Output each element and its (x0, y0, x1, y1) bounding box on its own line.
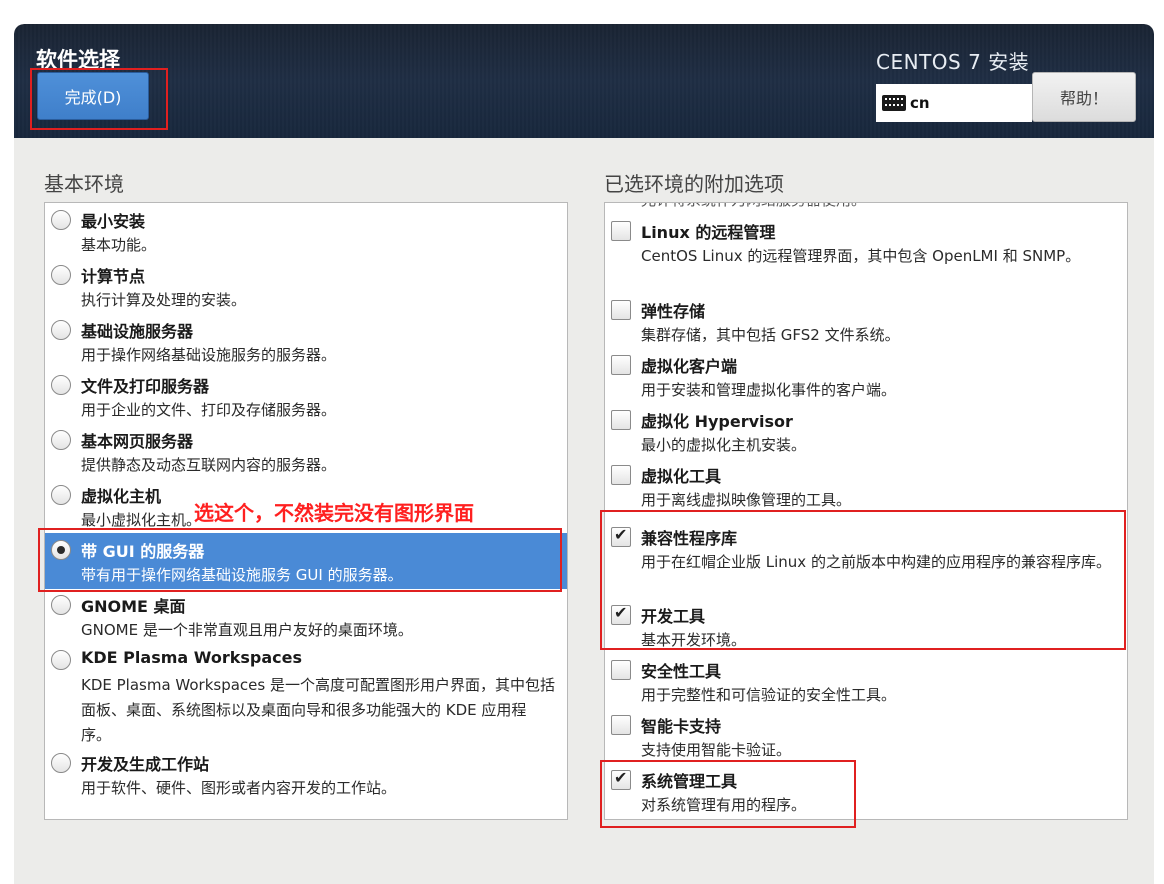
radio-button[interactable] (51, 753, 71, 773)
env-name: 虚拟化主机 (81, 487, 162, 506)
install-title: CENTOS 7 安装 (876, 50, 1030, 74)
env-desc: 执行计算及处理的安装。 (81, 291, 247, 309)
addon-virtualization-tools[interactable]: 虚拟化工具 用于离线虚拟映像管理的工具。 (605, 463, 1127, 513)
radio-button[interactable] (51, 650, 71, 670)
addon-desc: 用于安装和管理虚拟化事件的客户端。 (641, 381, 897, 399)
addon-virtualization-hypervisor[interactable]: 虚拟化 Hypervisor 最小的虚拟化主机安装。 (605, 408, 1127, 458)
radio-button[interactable] (51, 210, 71, 230)
sysadmin-tools-highlight (600, 760, 856, 828)
done-button-highlight (30, 68, 168, 130)
compat-dev-tools-highlight (600, 510, 1126, 650)
radio-button[interactable] (51, 375, 71, 395)
env-name: 开发及生成工作站 (81, 755, 210, 774)
checkbox[interactable] (611, 300, 631, 320)
addon-resilient-storage[interactable]: 弹性存储 集群存储，其中包括 GFS2 文件系统。 (605, 298, 1127, 348)
software-selection-window: 软件选择 完成(D) CENTOS 7 安装 cn 帮助！ 基本环境 已选环境的… (14, 24, 1154, 884)
checkbox[interactable] (611, 410, 631, 430)
addons-label: 已选环境的附加选项 (604, 172, 784, 196)
env-desc: 用于软件、硬件、图形或者内容开发的工作站。 (81, 779, 397, 797)
env-desc: GNOME 是一个非常直观且用户友好的桌面环境。 (81, 621, 413, 639)
radio-button[interactable] (51, 320, 71, 340)
env-name: 最小安装 (81, 212, 146, 231)
checkbox[interactable] (611, 355, 631, 375)
env-name: 基础设施服务器 (81, 322, 194, 341)
keyboard-layout-label: cn (910, 94, 930, 112)
env-desc: 用于企业的文件、打印及存储服务器。 (81, 401, 337, 419)
radio-button[interactable] (51, 430, 71, 450)
env-option-compute-node[interactable]: 计算节点 执行计算及处理的安装。 (45, 263, 567, 313)
keyboard-icon (882, 95, 906, 111)
addon-name: Linux 的远程管理 (641, 223, 776, 242)
addon-linux-remote-management[interactable]: Linux 的远程管理 CentOS Linux 的远程管理界面，其中包含 Op… (605, 219, 1127, 295)
scrolled-partial-text: 允许将系统作为网络服务器使用。 (641, 203, 866, 210)
env-name: 基本网页服务器 (81, 432, 194, 451)
env-name: 计算节点 (81, 267, 146, 286)
annotation-text: 选这个，不然装完没有图形界面 (194, 501, 474, 525)
env-option-gnome-desktop[interactable]: GNOME 桌面 GNOME 是一个非常直观且用户友好的桌面环境。 (45, 593, 567, 643)
env-name: 文件及打印服务器 (81, 377, 210, 396)
base-environment-label: 基本环境 (44, 172, 124, 196)
addon-name: 虚拟化客户端 (641, 357, 738, 376)
radio-button[interactable] (51, 485, 71, 505)
env-name: KDE Plasma Workspaces (81, 648, 302, 667)
addon-name: 虚拟化 Hypervisor (641, 412, 793, 431)
checkbox[interactable] (611, 715, 631, 735)
env-option-file-print-server[interactable]: 文件及打印服务器 用于企业的文件、打印及存储服务器。 (45, 373, 567, 423)
addon-name: 安全性工具 (641, 662, 722, 681)
env-desc: KDE Plasma Workspaces 是一个高度可配置图形用户界面，其中包… (81, 676, 555, 744)
keyboard-layout-indicator[interactable]: cn (876, 84, 1032, 122)
env-desc: 用于操作网络基础设施服务的服务器。 (81, 346, 337, 364)
addon-desc: 用于完整性和可信验证的安全性工具。 (641, 686, 897, 704)
addon-name: 智能卡支持 (641, 717, 722, 736)
gui-server-highlight (38, 528, 562, 592)
checkbox[interactable] (611, 221, 631, 241)
env-option-web-server[interactable]: 基本网页服务器 提供静态及动态互联网内容的服务器。 (45, 428, 567, 478)
help-button[interactable]: 帮助！ (1032, 72, 1136, 122)
addon-name: 虚拟化工具 (641, 467, 722, 486)
env-name: GNOME 桌面 (81, 597, 186, 616)
header-bar: 软件选择 完成(D) CENTOS 7 安装 cn 帮助！ (14, 24, 1154, 138)
addon-virtualization-client[interactable]: 虚拟化客户端 用于安装和管理虚拟化事件的客户端。 (605, 353, 1127, 403)
env-desc: 提供静态及动态互联网内容的服务器。 (81, 456, 337, 474)
env-option-infrastructure-server[interactable]: 基础设施服务器 用于操作网络基础设施服务的服务器。 (45, 318, 567, 368)
radio-button[interactable] (51, 265, 71, 285)
env-desc: 基本功能。 (81, 236, 157, 254)
addon-security-tools[interactable]: 安全性工具 用于完整性和可信验证的安全性工具。 (605, 658, 1127, 708)
env-option-dev-workstation[interactable]: 开发及生成工作站 用于软件、硬件、图形或者内容开发的工作站。 (45, 751, 567, 801)
addon-desc: 集群存储，其中包括 GFS2 文件系统。 (641, 326, 900, 344)
env-option-minimal[interactable]: 最小安装 基本功能。 (45, 208, 567, 258)
addon-name: 弹性存储 (641, 302, 706, 321)
checkbox[interactable] (611, 465, 631, 485)
addon-smart-card-support[interactable]: 智能卡支持 支持使用智能卡验证。 (605, 713, 1127, 763)
checkbox[interactable] (611, 660, 631, 680)
addon-desc: CentOS Linux 的远程管理界面，其中包含 OpenLMI 和 SNMP… (641, 247, 1081, 265)
radio-button[interactable] (51, 595, 71, 615)
env-option-kde-plasma[interactable]: KDE Plasma Workspaces KDE Plasma Workspa… (45, 648, 567, 748)
addon-desc: 最小的虚拟化主机安装。 (641, 436, 807, 454)
